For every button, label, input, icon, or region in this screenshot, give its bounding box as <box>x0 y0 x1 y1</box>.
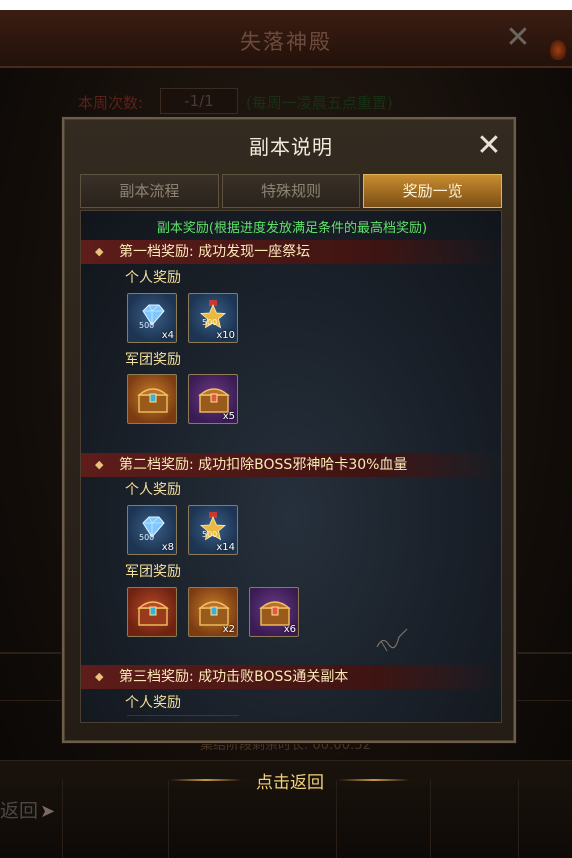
reward-item[interactable] <box>127 587 177 637</box>
tier-title: 第一档奖励: 成功发现一座祭坛 <box>119 244 311 260</box>
item-value: 500 <box>202 530 218 539</box>
personal-reward-label: 个人奖励 <box>125 695 181 711</box>
reward-row-partial <box>127 715 239 722</box>
red-chest-icon <box>137 601 169 626</box>
reward-item[interactable]: 500 x14 <box>188 505 238 555</box>
return-label: 点击返回 <box>256 773 324 793</box>
week-count-label: 本周次数: <box>78 94 144 112</box>
back-label: 返回 <box>0 800 39 822</box>
personal-reward-label: 个人奖励 <box>125 482 181 498</box>
reward-item[interactable]: x6 <box>249 587 299 637</box>
reward-item[interactable] <box>127 374 177 424</box>
arrow-right-icon: ➤ <box>40 801 56 822</box>
top-header: 失落神殿 ✕ <box>0 10 572 68</box>
item-value: 500 <box>202 318 218 327</box>
reward-item[interactable]: 500 x10 <box>188 293 238 343</box>
legion-reward-label: 军团奖励 <box>125 352 181 368</box>
diamond-bullet-icon: ◆ <box>95 458 104 471</box>
tier-title: 第三档奖励: 成功击败BOSS通关副本 <box>119 669 349 685</box>
item-quantity: x4 <box>161 330 174 341</box>
divider <box>518 780 519 858</box>
instance-info-dialog: 副本说明 ✕ 副本流程 特殊规则 奖励一览 副本奖励(根据进度发放满足条件的最高… <box>62 117 516 743</box>
tier-banner: ◆ 第三档奖励: 成功击败BOSS通关副本 <box>81 665 501 689</box>
rewards-panel[interactable]: 副本奖励(根据进度发放满足条件的最高档奖励) ◆ 第一档奖励: 成功发现一座祭坛… <box>80 210 502 723</box>
divider <box>430 780 431 858</box>
personal-reward-label: 个人奖励 <box>125 270 181 286</box>
diamond-bullet-icon: ◆ <box>95 670 104 683</box>
item-quantity: x2 <box>222 624 235 635</box>
click-return-button[interactable]: 点击返回 <box>170 768 410 793</box>
gold-chest-icon <box>137 388 169 413</box>
divider <box>62 780 63 858</box>
legion-reward-label: 军团奖励 <box>125 564 181 580</box>
tier-banner: ◆ 第一档奖励: 成功发现一座祭坛 <box>81 240 501 264</box>
tier-banner: ◆ 第二档奖励: 成功扣除BOSS邪神哈卡30%血量 <box>81 453 501 477</box>
diamond-bullet-icon: ◆ <box>95 245 104 258</box>
dialog-title: 副本说明 <box>249 135 333 159</box>
header-title: 失落神殿 <box>240 30 332 54</box>
tab-rewards[interactable]: 奖励一览 <box>363 174 503 208</box>
close-icon[interactable]: ✕ <box>474 131 504 161</box>
item-quantity: x5 <box>222 411 235 422</box>
item-quantity: x10 <box>216 330 235 341</box>
header-close-icon[interactable]: ✕ <box>504 23 532 53</box>
reward-item[interactable]: x2 <box>188 587 238 637</box>
decoration-icon <box>376 628 408 652</box>
item-value: 500 <box>139 321 155 330</box>
tab-special-rules[interactable]: 特殊规则 <box>221 174 361 208</box>
tab-bar: 副本流程 特殊规则 奖励一览 <box>80 174 503 208</box>
divider <box>168 780 169 858</box>
reward-item[interactable]: x5 <box>188 374 238 424</box>
tab-instance-flow[interactable]: 副本流程 <box>80 174 219 208</box>
reward-item[interactable]: 500 x4 <box>127 293 177 343</box>
week-count-value: -1/1 <box>160 88 238 114</box>
top-strip <box>0 0 572 10</box>
back-button[interactable]: 返回 ➤ <box>0 796 55 823</box>
item-quantity: x6 <box>283 624 296 635</box>
item-quantity: x14 <box>216 542 235 553</box>
item-value: 500 <box>139 533 155 542</box>
week-reset-note: (每周一凌晨五点重置) <box>246 94 393 112</box>
reward-item[interactable]: 500 x8 <box>127 505 177 555</box>
reward-notice: 副本奖励(根据进度发放满足条件的最高档奖励) <box>156 221 428 236</box>
game-screen: { "header": { "title": "失落神殿" }, "week":… <box>0 0 572 858</box>
item-quantity: x8 <box>161 542 174 553</box>
torch-icon <box>550 40 566 60</box>
tier-title: 第二档奖励: 成功扣除BOSS邪神哈卡30%血量 <box>119 457 408 473</box>
